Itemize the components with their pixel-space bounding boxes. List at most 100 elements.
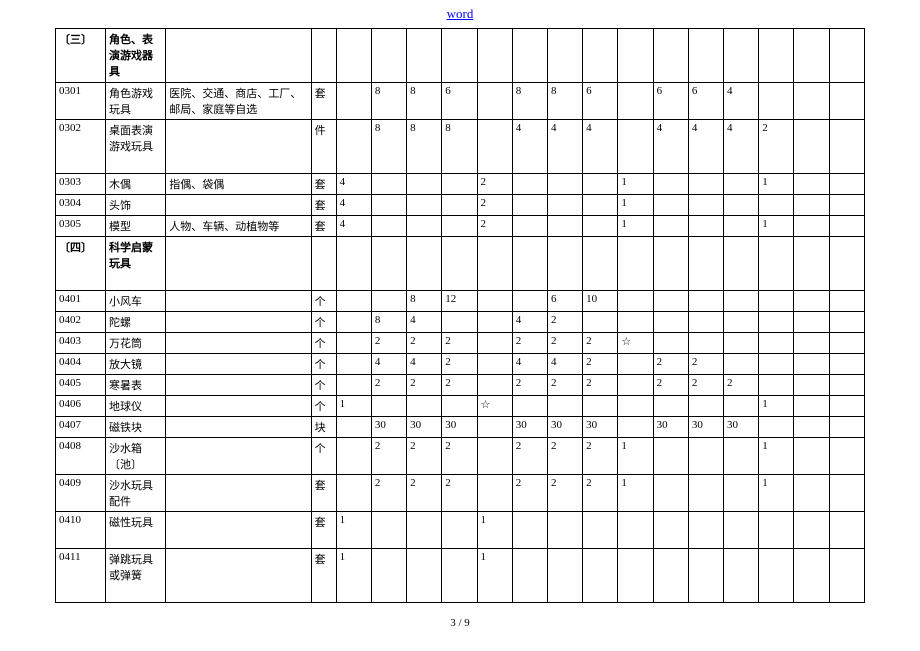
header-link[interactable]: word (447, 6, 474, 21)
cell (336, 354, 371, 375)
cell (724, 354, 759, 375)
cell (653, 195, 688, 216)
cell: 4 (336, 216, 371, 237)
cell (653, 512, 688, 549)
cell: 2 (371, 438, 406, 475)
cell (442, 29, 477, 83)
cell (724, 438, 759, 475)
cell: 0402 (56, 312, 106, 333)
cell: 套 (311, 83, 336, 120)
cell: 0411 (56, 549, 106, 603)
cell: 0410 (56, 512, 106, 549)
cell (829, 120, 864, 174)
cell (336, 475, 371, 512)
cell: 套 (311, 195, 336, 216)
cell (407, 195, 442, 216)
cell: 1 (618, 438, 653, 475)
cell: 个 (311, 354, 336, 375)
cell (407, 237, 442, 291)
cell (653, 174, 688, 195)
cell (512, 291, 547, 312)
cell: 2 (653, 354, 688, 375)
cell (829, 396, 864, 417)
cell: ☆ (477, 396, 512, 417)
cell (311, 29, 336, 83)
cell: 1 (618, 195, 653, 216)
cell (688, 291, 723, 312)
cell (759, 549, 794, 603)
cell (794, 333, 829, 354)
cell: 4 (583, 120, 618, 174)
cell (829, 237, 864, 291)
cell (688, 174, 723, 195)
cell (794, 549, 829, 603)
cell: 6 (653, 83, 688, 120)
cell (653, 216, 688, 237)
cell: 2 (688, 375, 723, 396)
cell: 2 (371, 375, 406, 396)
cell (829, 354, 864, 375)
cell (794, 237, 829, 291)
cell (724, 237, 759, 291)
cell: 头饰 (105, 195, 165, 216)
cell: 2 (583, 375, 618, 396)
cell (618, 354, 653, 375)
cell: 〔三〕 (56, 29, 106, 83)
cell: 4 (512, 354, 547, 375)
cell (547, 237, 582, 291)
cell (829, 216, 864, 237)
cell (336, 120, 371, 174)
cell (371, 512, 406, 549)
cell: 30 (547, 417, 582, 438)
cell: 6 (688, 83, 723, 120)
cell (583, 174, 618, 195)
cell: 2 (442, 475, 477, 512)
cell: 2 (442, 333, 477, 354)
cell (794, 354, 829, 375)
cell (442, 195, 477, 216)
cell: 4 (336, 195, 371, 216)
cell (512, 396, 547, 417)
cell (724, 475, 759, 512)
cell (371, 396, 406, 417)
cell: 4 (547, 120, 582, 174)
cell: 套 (311, 549, 336, 603)
cell (166, 120, 311, 174)
cell: 2 (547, 375, 582, 396)
equipment-table: 〔三〕角色、表演游戏器具0301角色游戏玩具医院、交通、商店、工厂、邮局、家庭等… (55, 28, 865, 603)
cell (547, 195, 582, 216)
cell (618, 120, 653, 174)
cell (407, 174, 442, 195)
cell (618, 312, 653, 333)
cell: 1 (759, 438, 794, 475)
cell: 1 (759, 475, 794, 512)
cell (759, 512, 794, 549)
cell: 0407 (56, 417, 106, 438)
cell (688, 195, 723, 216)
cell (583, 195, 618, 216)
cell: 寒暑表 (105, 375, 165, 396)
cell: 4 (336, 174, 371, 195)
cell: 4 (512, 312, 547, 333)
cell: 2 (477, 195, 512, 216)
cell (166, 512, 311, 549)
cell: 6 (583, 83, 618, 120)
cell: ☆ (618, 333, 653, 354)
cell (688, 475, 723, 512)
cell: 1 (477, 512, 512, 549)
cell (688, 312, 723, 333)
cell (688, 438, 723, 475)
cell: 个 (311, 333, 336, 354)
cell: 2 (512, 475, 547, 512)
cell (724, 195, 759, 216)
cell (794, 312, 829, 333)
cell: 2 (583, 438, 618, 475)
cell (829, 29, 864, 83)
cell (653, 549, 688, 603)
cell (724, 174, 759, 195)
cell (688, 333, 723, 354)
cell (477, 83, 512, 120)
cell (829, 333, 864, 354)
cell (794, 83, 829, 120)
cell (829, 512, 864, 549)
